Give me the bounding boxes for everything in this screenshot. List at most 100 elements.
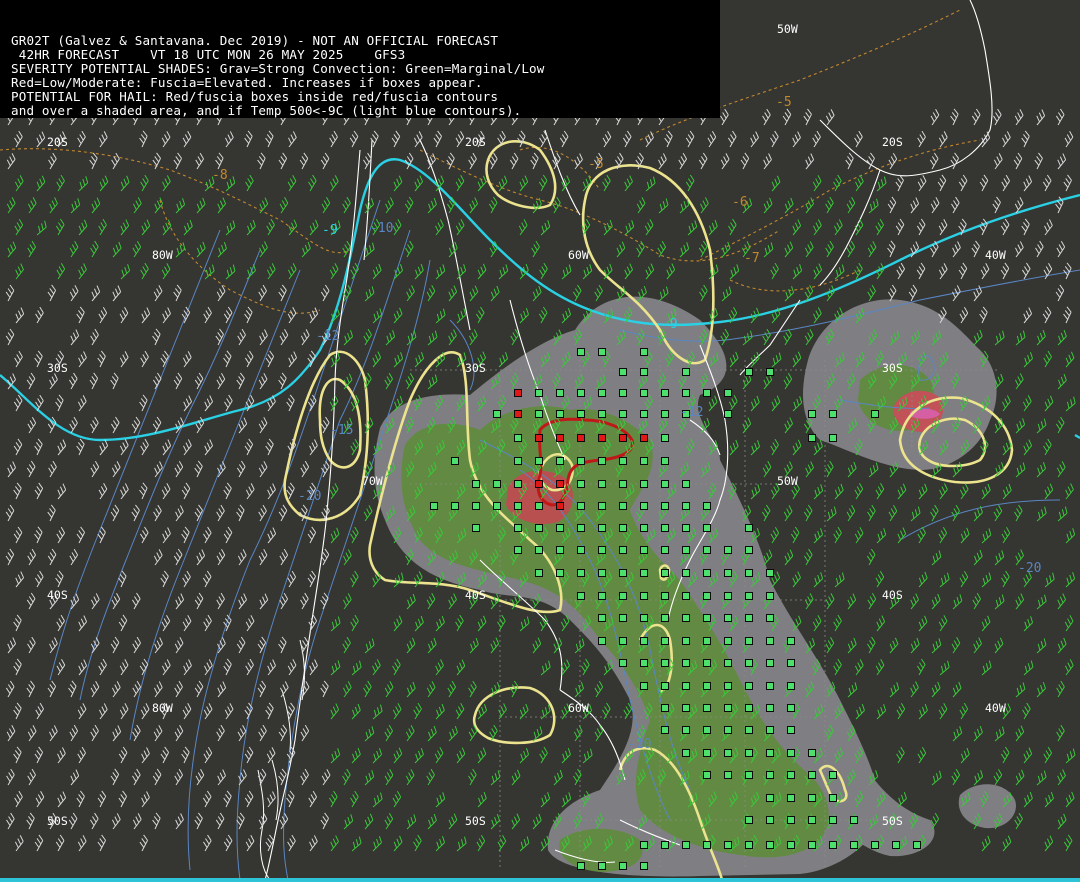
hail-box <box>703 389 711 397</box>
hail-box <box>682 480 690 488</box>
hail-box <box>493 502 501 510</box>
hail-box <box>682 524 690 532</box>
hail-box <box>829 794 837 802</box>
hail-box <box>724 704 732 712</box>
hail-box <box>703 592 711 600</box>
hail-box <box>577 480 585 488</box>
hail-box <box>787 637 795 645</box>
hail-box <box>619 368 627 376</box>
hail-box <box>598 480 606 488</box>
hail-box <box>514 480 522 488</box>
hail-box <box>829 841 837 849</box>
hail-box <box>640 524 648 532</box>
temp-contour-label: -8 <box>212 168 228 183</box>
hail-box <box>682 569 690 577</box>
hail-box <box>556 569 564 577</box>
hail-box <box>661 659 669 667</box>
hail-box <box>661 841 669 849</box>
hail-box <box>766 368 774 376</box>
hail-box <box>472 502 480 510</box>
hail-box <box>787 749 795 757</box>
hail-box <box>640 348 648 356</box>
hail-box <box>661 704 669 712</box>
hail-box <box>682 749 690 757</box>
hail-box <box>661 569 669 577</box>
latitude-label: 40S <box>465 588 486 602</box>
hail-box <box>724 659 732 667</box>
hail-box <box>430 502 438 510</box>
hail-box <box>556 389 564 397</box>
hail-box <box>514 524 522 532</box>
hail-box <box>808 816 816 824</box>
blue-contour-label: -12 <box>316 329 339 344</box>
hail-box <box>682 637 690 645</box>
hail-box <box>745 726 753 734</box>
hail-box <box>598 524 606 532</box>
hail-box <box>745 841 753 849</box>
hail-box <box>703 771 711 779</box>
hail-box <box>787 771 795 779</box>
hail-box <box>556 410 564 418</box>
hail-box <box>640 480 648 488</box>
blue-contour-label: -20 <box>1018 561 1041 576</box>
hail-box <box>724 410 732 418</box>
hail-box <box>787 841 795 849</box>
latitude-label: 50S <box>882 814 903 828</box>
hail-box <box>724 726 732 734</box>
bottom-border <box>0 878 1080 882</box>
hail-box <box>556 434 564 442</box>
hail-box <box>619 614 627 622</box>
hail-box <box>766 637 774 645</box>
hail-box <box>787 659 795 667</box>
hail-box <box>703 502 711 510</box>
hail-box <box>745 749 753 757</box>
temp-contour-label: -5 <box>776 95 792 110</box>
hail-box <box>619 524 627 532</box>
hail-box <box>640 862 648 870</box>
hail-box <box>577 592 585 600</box>
hail-box <box>766 771 774 779</box>
hail-box <box>598 502 606 510</box>
hail-box <box>619 569 627 577</box>
longitude-label: 70W <box>362 474 383 488</box>
hail-box <box>913 841 921 849</box>
hail-box <box>640 841 648 849</box>
hail-box <box>619 659 627 667</box>
hail-box <box>724 637 732 645</box>
hail-box <box>619 480 627 488</box>
hail-box <box>850 841 858 849</box>
hail-box <box>703 704 711 712</box>
hail-box <box>787 682 795 690</box>
temp-contour-label: -5 <box>588 157 604 172</box>
hail-box <box>535 524 543 532</box>
hail-box <box>619 410 627 418</box>
header-line-severity-colors: Red=Low/Moderate: Fuscia=Elevated. Incre… <box>11 75 483 90</box>
hail-box <box>745 771 753 779</box>
longitude-label: 80W <box>152 701 173 715</box>
hail-box <box>661 410 669 418</box>
hail-box <box>598 410 606 418</box>
hail-box <box>724 592 732 600</box>
hail-box <box>598 348 606 356</box>
hail-box <box>640 637 648 645</box>
hail-box <box>598 546 606 554</box>
hail-box <box>577 389 585 397</box>
blue-contour-label: -20 <box>298 489 321 504</box>
latitude-label: 30S <box>47 361 68 375</box>
hail-box <box>766 704 774 712</box>
hail-box <box>766 614 774 622</box>
hail-box <box>619 592 627 600</box>
latitude-label: 50S <box>465 814 486 828</box>
hail-box <box>745 682 753 690</box>
hail-box <box>829 410 837 418</box>
hail-box <box>535 480 543 488</box>
hail-box <box>619 502 627 510</box>
hail-box <box>535 569 543 577</box>
hail-box <box>829 771 837 779</box>
hail-box <box>535 389 543 397</box>
hail-box <box>661 524 669 532</box>
hail-box <box>745 592 753 600</box>
header-line-severity: SEVERITY POTENTIAL SHADES: Grav=Strong C… <box>11 61 545 76</box>
hail-box <box>724 546 732 554</box>
hail-box <box>745 704 753 712</box>
